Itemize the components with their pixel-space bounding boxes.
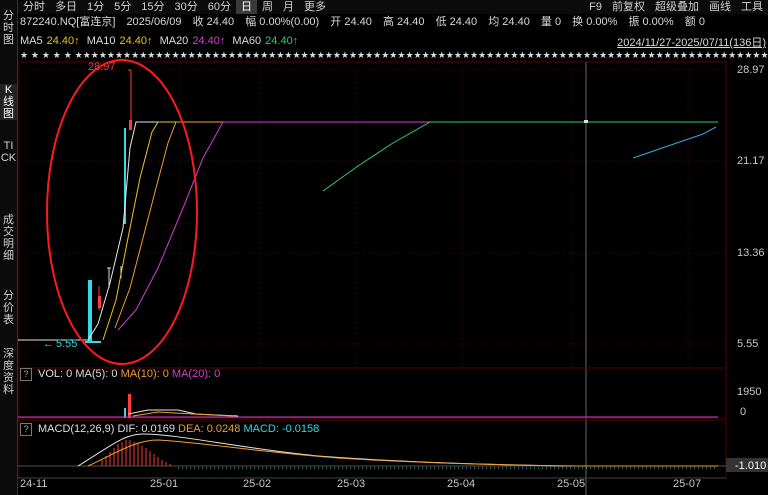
ma20-value: 24.40↑ — [192, 35, 226, 47]
vol-help-icon[interactable]: ? — [20, 368, 32, 381]
vol-title: VOL: 0 — [38, 368, 73, 380]
super-overlay-button[interactable]: 超级叠加 — [650, 0, 704, 14]
avg-price: 均 24.40 — [488, 16, 530, 28]
y-tick-2: 21.17 — [737, 155, 765, 167]
ma20-label: MA20 — [159, 35, 189, 47]
amplitude: 振 0.00% — [628, 16, 674, 28]
x-tick-1: 24-11 — [20, 478, 48, 490]
macd-title: MACD(12,26,9) — [38, 423, 115, 435]
x-tick-6: 25-05 — [557, 478, 586, 490]
turnover-rate: 换 0.00% — [572, 16, 618, 28]
period-60min[interactable]: 60分 — [203, 0, 236, 14]
period-toolbar: 分时 多日 1分 5分 15分 30分 60分 日 周 月 更多 F9 前复权 … — [18, 0, 768, 14]
high-annotation: 28.97 — [88, 61, 116, 73]
vol-bars — [18, 394, 718, 418]
x-tick-5: 25-04 — [447, 478, 476, 490]
ma5-value: 24.40↑ — [46, 35, 80, 47]
vol-ma10-label: MA(10): 0 — [120, 368, 169, 380]
macd-value-label: MACD: -0.0158 — [243, 423, 320, 435]
leftnav-timeshare[interactable]: 分时图 — [0, 10, 17, 46]
quote-info-line: 872240.NQ[富连京] 2025/06/09 收 24.40 幅 0.00… — [20, 14, 713, 30]
volume: 量 0 — [540, 16, 562, 28]
leftnav-trade-detail[interactable]: 成交明细 — [0, 214, 17, 262]
leftnav-kline[interactable]: K线图 — [0, 84, 17, 120]
period-more[interactable]: 更多 — [299, 0, 331, 14]
candle-6 — [129, 120, 132, 130]
ma60-line — [322, 121, 718, 192]
leftnav-tick[interactable]: TICK — [0, 140, 17, 164]
period-day[interactable]: 日 — [236, 0, 257, 14]
amount: 额 0 — [684, 16, 705, 28]
leftnav-price-table[interactable]: 分价表 — [0, 290, 17, 326]
forward-adjust-button[interactable]: 前复权 — [607, 0, 650, 14]
macd-dea-line — [87, 439, 718, 467]
ma60-label: MA60 — [232, 35, 262, 47]
period-week[interactable]: 周 — [257, 0, 278, 14]
period-5min[interactable]: 5分 — [109, 0, 136, 14]
open-price: 开 24.40 — [330, 16, 372, 28]
period-1min[interactable]: 1分 — [82, 0, 109, 14]
ma-legend: MA5 24.40↑ MA10 24.40↑ MA20 24.40↑ MA60 24.4… — [20, 34, 302, 48]
ma10-label: MA10 — [86, 35, 116, 47]
high-price: 高 24.40 — [382, 16, 425, 28]
vol-y-tick-zero: 0 — [740, 406, 746, 418]
close-price: 收 24.40 — [192, 16, 235, 28]
tools-button[interactable]: 工具 — [736, 0, 768, 14]
low-annotation-arrow: ← — [43, 338, 54, 350]
ma10-line — [102, 121, 718, 341]
period-timeshare[interactable]: 分时 — [18, 0, 50, 14]
x-tick-2: 25-01 — [150, 478, 179, 490]
vol-header: ? VOL: 0 MA(5): 0 MA(10): 0 MA(20): 0 — [20, 368, 220, 381]
ma120-line — [632, 126, 717, 159]
macd-dea-label: DEA: 0.0248 — [178, 423, 241, 435]
star-markers: ★ ★ ★ ★ ★ ★★★★★★★★★★★★★★★★★★★★★★★★★★★★★★… — [20, 51, 768, 61]
ma10-value: 24.40↑ — [119, 35, 153, 47]
vol-ma10 — [132, 411, 234, 417]
vol-ma5-label: MA(5): 0 — [75, 368, 118, 380]
toolbar-right: F9 前复权 超级叠加 画线 工具 — [584, 0, 768, 14]
low-annotation: 5.55 — [56, 338, 77, 350]
f9-button[interactable]: F9 — [584, 0, 607, 14]
ma60-value: 24.40↑ — [265, 35, 299, 47]
leftnav-depth-info[interactable]: 深度资料 — [0, 348, 17, 396]
macd-dif-label: DIF: 0.0169 — [117, 423, 175, 435]
candle-1 — [88, 280, 92, 342]
y-tick-1: 28.97 — [737, 64, 765, 76]
macd-header: ? MACD(12,26,9) DIF: 0.0169 DEA: 0.0248 M… — [20, 423, 319, 436]
left-nav: 分时图 K线图 TICK 成交明细 分价表 深度资料 — [0, 0, 18, 495]
period-30min[interactable]: 30分 — [170, 0, 203, 14]
period-multiday[interactable]: 多日 — [50, 0, 82, 14]
macd-help-icon[interactable]: ? — [20, 423, 32, 436]
cursor-marker — [584, 120, 588, 123]
x-tick-4: 25-03 — [337, 478, 366, 490]
y-tick-3: 13.36 — [737, 247, 765, 259]
draw-line-button[interactable]: 画线 — [704, 0, 736, 14]
macd-y-tick: -1.010 — [735, 460, 766, 472]
highlight-ellipse — [46, 59, 198, 365]
x-tick-3: 25-02 — [243, 478, 272, 490]
vol-ma20-label: MA(20): 0 — [171, 368, 221, 380]
ma5-label: MA5 — [20, 35, 43, 47]
period-month[interactable]: 月 — [278, 0, 299, 14]
y-tick-4: 5.55 — [737, 338, 758, 350]
period-15min[interactable]: 15分 — [136, 0, 169, 14]
low-price: 低 24.40 — [435, 16, 478, 28]
quote-date: 2025/06/09 — [126, 16, 182, 28]
x-tick-7: 25-07 — [673, 478, 702, 490]
ma20-line — [117, 121, 718, 331]
stock-code: 872240.NQ[富连京] — [20, 16, 116, 28]
vol-y-tick-max: 1950 — [737, 386, 761, 398]
change-pct: 幅 0.00%(0.00) — [245, 16, 320, 28]
